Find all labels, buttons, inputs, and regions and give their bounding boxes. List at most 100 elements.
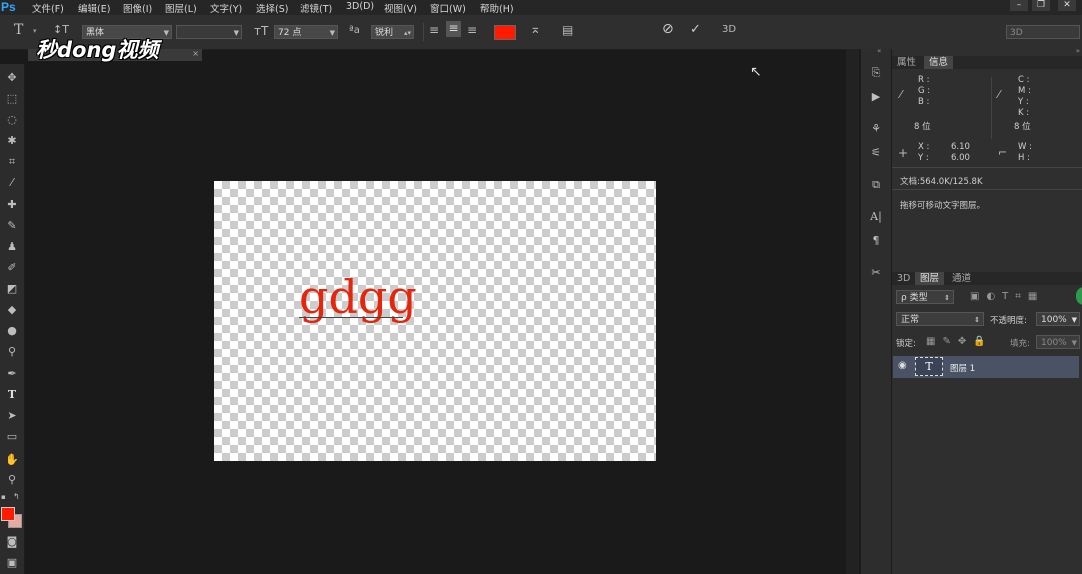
tab-properties[interactable]: 属性 bbox=[892, 56, 921, 69]
clone-stamp-icon[interactable]: ♟ bbox=[3, 239, 21, 255]
info-tab-bar: 属性 信息 bbox=[892, 56, 1082, 69]
type-tool-icon[interactable]: T bbox=[3, 387, 21, 403]
brush-panel-icon[interactable]: ⚘ bbox=[867, 121, 885, 137]
magic-wand-icon[interactable]: ✱ bbox=[3, 133, 21, 149]
document-canvas[interactable]: gdgg bbox=[214, 181, 656, 461]
cancel-icon[interactable]: ⊘ bbox=[662, 21, 674, 37]
menu-help[interactable]: 帮助(H) bbox=[480, 1, 514, 15]
chevron-down-icon: ▼ bbox=[233, 29, 239, 37]
info-r-label: R : bbox=[918, 75, 930, 85]
paragraph-panel-icon[interactable]: ¶ bbox=[867, 233, 885, 249]
tool-presets-icon[interactable]: ✂ bbox=[867, 265, 885, 281]
collapse-icon[interactable]: « bbox=[877, 47, 881, 55]
antialias-value: 锐利 bbox=[375, 28, 394, 38]
align-right-icon[interactable]: ≡ bbox=[467, 23, 477, 37]
divider bbox=[991, 77, 992, 139]
crop-tool-icon[interactable]: ⌗ bbox=[3, 154, 21, 170]
menu-type[interactable]: 文字(Y) bbox=[210, 1, 242, 15]
character-panel-icon[interactable]: A| bbox=[867, 209, 885, 225]
visibility-eye-icon[interactable]: ◉ bbox=[898, 360, 907, 371]
blur-tool-icon[interactable]: ● bbox=[3, 323, 21, 339]
menu-image[interactable]: 图像(I) bbox=[123, 1, 152, 15]
healing-brush-icon[interactable]: ✚ bbox=[3, 197, 21, 213]
antialias-select[interactable]: 锐利 ▴▾ bbox=[371, 25, 414, 39]
fill-field[interactable]: 100% ▼ bbox=[1036, 335, 1080, 349]
info-y-value: 6.00 bbox=[951, 153, 970, 163]
layer-name[interactable]: 图层 1 bbox=[950, 362, 975, 374]
menu-filter[interactable]: 滤镜(T) bbox=[300, 1, 332, 15]
warp-text-icon[interactable]: ⌅ bbox=[530, 22, 541, 37]
layer-row[interactable]: ◉ T 图层 1 bbox=[893, 356, 1079, 378]
menu-layer[interactable]: 图层(L) bbox=[165, 1, 197, 15]
panel-icon-strip: « ⎘ ▶ ⚘ ⚟ ⧉ A| ¶ ✂ bbox=[860, 47, 891, 574]
commit-check-icon[interactable]: ✓ bbox=[690, 22, 701, 37]
menu-window[interactable]: 窗口(W) bbox=[430, 1, 466, 15]
align-center-icon[interactable]: ≡ bbox=[446, 21, 461, 37]
restore-button[interactable]: ❐ bbox=[1032, 0, 1050, 11]
foreground-color-swatch[interactable] bbox=[1, 507, 15, 521]
text-layer-content[interactable]: gdgg bbox=[299, 274, 417, 320]
info-x-label: X : bbox=[918, 142, 930, 152]
chevron-down-icon: ▴▾ bbox=[403, 29, 411, 37]
rectangle-tool-icon[interactable]: ▭ bbox=[3, 429, 21, 445]
info-c-label: C : bbox=[1018, 75, 1030, 85]
layer-filter-select[interactable]: ρ 类型 ⇕ bbox=[896, 290, 954, 304]
clone-source-icon[interactable]: ⧉ bbox=[867, 177, 885, 193]
paint-bucket-icon[interactable]: ◆ bbox=[3, 302, 21, 318]
type-tool-icon[interactable]: T bbox=[14, 22, 23, 38]
swap-colors-icon[interactable]: ↰ bbox=[13, 492, 20, 501]
dodge-tool-icon[interactable]: ⚲ bbox=[3, 344, 21, 360]
collapse-icon[interactable]: » bbox=[1076, 47, 1080, 55]
minimize-button[interactable]: – bbox=[1010, 0, 1028, 11]
lasso-tool-icon[interactable]: ◌ bbox=[3, 112, 21, 128]
font-style-select[interactable]: ▼ bbox=[176, 25, 242, 39]
workspace-select[interactable]: 3D bbox=[1006, 25, 1080, 39]
character-panel-icon[interactable]: ▤ bbox=[562, 23, 573, 37]
default-colors-icon[interactable]: ▪ bbox=[1, 493, 6, 501]
screen-mode-icon[interactable]: ▣ bbox=[3, 555, 21, 571]
history-brush-icon[interactable]: ✐ bbox=[3, 260, 21, 276]
menu-edit[interactable]: 编辑(E) bbox=[78, 1, 110, 15]
opacity-field[interactable]: 100% ▼ bbox=[1036, 312, 1080, 326]
move-tool-icon[interactable]: ✥ bbox=[3, 70, 21, 86]
brush-tool-icon[interactable]: ✎ bbox=[3, 218, 21, 234]
marquee-tool-icon[interactable]: ⬚ bbox=[3, 91, 21, 107]
actions-panel-icon[interactable]: ▶ bbox=[867, 89, 885, 105]
eyedropper-icon[interactable]: ⁄ bbox=[3, 175, 21, 191]
options-bar: T ▾ ↕T 黑体 ▼ ▼ тT 72 点 ▼ ªa 锐利 ▴▾ ≡ ≡ ≡ ⌅ ▤ … bbox=[0, 15, 1082, 50]
tab-info[interactable]: 信息 bbox=[924, 56, 954, 69]
menu-select[interactable]: 选择(S) bbox=[256, 1, 288, 15]
eyedropper-icon: ⁄ bbox=[998, 88, 1000, 101]
font-size-icon: тT bbox=[254, 24, 269, 38]
blend-mode-select[interactable]: 正常 ⇕ bbox=[896, 312, 984, 326]
close-tab-icon[interactable]: × bbox=[192, 49, 199, 58]
close-button[interactable]: ✕ bbox=[1058, 0, 1076, 11]
menu-file[interactable]: 文件(F) bbox=[32, 1, 64, 15]
chevron-down-icon: ▼ bbox=[329, 29, 335, 37]
menu-view[interactable]: 视图(V) bbox=[384, 1, 417, 15]
hand-tool-icon[interactable]: ✋ bbox=[3, 452, 21, 468]
pen-tool-icon[interactable]: ✒ bbox=[3, 366, 21, 382]
lock-icons[interactable]: ▦✎✥🔒 bbox=[926, 336, 993, 347]
align-left-icon[interactable]: ≡ bbox=[429, 23, 439, 37]
brush-presets-icon[interactable]: ⚟ bbox=[867, 145, 885, 161]
font-size-select[interactable]: 72 点 ▼ bbox=[274, 25, 338, 39]
menu-3d[interactable]: 3D(D) bbox=[346, 1, 374, 12]
zoom-tool-icon[interactable]: ⚲ bbox=[3, 472, 21, 488]
quick-mask-icon[interactable]: ◙ bbox=[3, 534, 21, 550]
path-selection-icon[interactable]: ➤ bbox=[3, 408, 21, 424]
tab-layers[interactable]: 图层 bbox=[915, 272, 945, 285]
divider bbox=[423, 23, 424, 41]
scroll-gutter bbox=[846, 49, 859, 574]
tab-channels[interactable]: 通道 bbox=[947, 272, 976, 285]
info-bits-right: 8 位 bbox=[1014, 122, 1031, 132]
layer-filter-icons[interactable]: ▣◐T⌗▦ bbox=[970, 291, 1044, 302]
3d-button[interactable]: 3D bbox=[722, 24, 736, 35]
photoshop-logo: Ps bbox=[1, 0, 16, 14]
fill-value: 100% bbox=[1041, 338, 1067, 348]
info-b-label: B : bbox=[918, 97, 930, 107]
history-panel-icon[interactable]: ⎘ bbox=[867, 65, 885, 81]
eraser-tool-icon[interactable]: ◩ bbox=[3, 281, 21, 297]
tab-3d[interactable]: 3D bbox=[892, 272, 915, 285]
text-color-swatch[interactable] bbox=[494, 25, 516, 40]
